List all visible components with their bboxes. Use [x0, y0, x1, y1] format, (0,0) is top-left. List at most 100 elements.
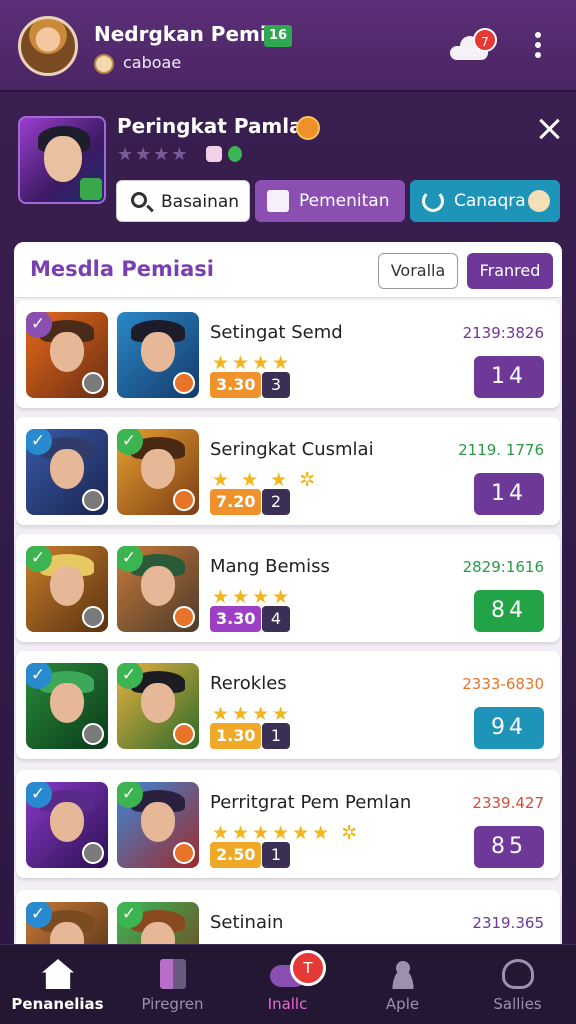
badge-icon	[82, 606, 104, 628]
table-row[interactable]: ✓ Setingat Semd ★★★★ 3.30 3 2139:3826 14	[16, 300, 560, 408]
search-icon	[131, 192, 147, 208]
row-timestamp: 2119. 1776	[458, 441, 544, 459]
rank-box[interactable]: 14	[474, 356, 544, 398]
count-badge: 3	[262, 372, 290, 398]
player-name: Perritgrat Pem Pemlan	[210, 792, 412, 813]
rating-stars: ★★★★★★ ✲	[212, 822, 361, 844]
medal-icon	[296, 116, 320, 140]
table-row[interactable]: ✓ ✓ Seringkat Cusmlai ★ ★ ★ ✲ 7.20 2 2119. 177…	[16, 417, 560, 525]
filter-button[interactable]: Pemenitan	[255, 180, 405, 222]
gift-icon	[206, 146, 222, 162]
nav-label: Sallies	[493, 995, 542, 1013]
username: Nedrgkan Pemiia	[94, 22, 288, 46]
hero-rating-stars: ★★★★	[117, 144, 190, 165]
badge-icon	[173, 489, 195, 511]
table-row[interactable]: ✓✓Setinain★★★2319.365	[16, 890, 560, 988]
hero-thumbnail[interactable]: ✓	[26, 312, 108, 398]
row-timestamp: 2829:1616	[462, 558, 544, 576]
badge-icon	[173, 842, 195, 864]
home-icon	[42, 959, 74, 989]
score-badge: 3.30	[210, 372, 262, 398]
badge-icon	[173, 606, 195, 628]
score-badge: 1.30	[210, 723, 262, 749]
table-row[interactable]: ✓ ✓ Mang Bemiss ★★★★ 3.30 4 2829:1616 84	[16, 534, 560, 642]
table-row[interactable]: ✓ ✓ Perritgrat Pem Pemlan ★★★★★★ ✲ 2.50 1 2339…	[16, 770, 560, 878]
hero-thumbnail[interactable]: ✓	[117, 782, 199, 868]
row-timestamp: 2333-6830	[462, 675, 544, 693]
bottom-nav: Penanelias Piregren Inallc Aple Sallies	[0, 944, 576, 1024]
hero-thumbnail[interactable]: ✓	[26, 546, 108, 632]
hero-thumbnail[interactable]	[117, 312, 199, 398]
share-button[interactable]: Canaqra	[410, 180, 560, 222]
avatar[interactable]	[18, 16, 78, 76]
nav-label: Aple	[385, 995, 420, 1013]
nav-item-home[interactable]: Penanelias	[0, 945, 115, 1024]
top-bar: Nedrgkan Pemiia 16 caboae 7	[0, 0, 576, 92]
player-name: Setingat Semd	[210, 322, 343, 343]
rating-stars: ★★★★	[212, 586, 293, 608]
user-icon	[502, 959, 534, 989]
level-badge: 16	[264, 25, 293, 47]
tab-franred[interactable]: Franred	[467, 253, 553, 289]
badge-icon	[82, 842, 104, 864]
badge-icon	[173, 372, 195, 394]
count-badge: 1	[262, 842, 290, 868]
search-button-label: Basainan	[161, 192, 240, 212]
close-icon[interactable]	[536, 116, 562, 142]
progress-icon	[160, 959, 186, 989]
more-menu-icon[interactable]	[528, 32, 548, 62]
count-badge: 1	[262, 723, 290, 749]
nav-item-person[interactable]: Aple	[345, 945, 460, 1024]
document-icon	[267, 190, 289, 212]
tab-voralla[interactable]: Voralla	[378, 253, 458, 289]
nav-label: Piregren	[141, 995, 204, 1013]
hero-thumbnail[interactable]: ✓	[117, 663, 199, 749]
share-button-label: Canaqra	[454, 191, 526, 211]
count-badge: 4	[262, 606, 290, 632]
hero-thumbnail[interactable]: ✓	[26, 429, 108, 515]
table-row[interactable]: ✓ ✓ Rerokles ★★★★ 1.30 1 2333-6830 94	[16, 651, 560, 759]
player-name: Mang Bemiss	[210, 556, 330, 577]
player-name: Setinain	[210, 912, 284, 933]
badge-icon	[173, 723, 195, 745]
badge-icon	[82, 489, 104, 511]
game-badge[interactable]: T	[290, 950, 326, 986]
hero-portrait[interactable]	[18, 116, 106, 204]
nav-item-progress[interactable]: Piregren	[115, 945, 230, 1024]
notification-badge[interactable]: 7	[473, 28, 497, 52]
score-badge: 3.30	[210, 606, 262, 632]
badge-icon	[82, 723, 104, 745]
badge-icon	[82, 372, 104, 394]
gem-icon	[228, 146, 242, 162]
coin-icon	[94, 54, 114, 74]
row-timestamp: 2319.365	[472, 914, 544, 932]
list-title: Mesdla Pemiasi	[30, 257, 214, 281]
nav-label: Penanelias	[11, 995, 104, 1013]
rank-box[interactable]: 84	[474, 590, 544, 632]
person-icon	[387, 959, 419, 989]
currency-text: caboae	[123, 53, 182, 72]
rating-stars: ★ ★ ★ ✲	[212, 469, 319, 491]
filter-button-label: Pemenitan	[299, 191, 390, 211]
hero-thumbnail[interactable]: ✓	[26, 663, 108, 749]
player-name: Rerokles	[210, 673, 287, 694]
rank-box[interactable]: 85	[474, 826, 544, 868]
count-badge: 2	[262, 489, 290, 515]
nav-item-user[interactable]: Sallies	[460, 945, 575, 1024]
refresh-icon	[422, 190, 444, 212]
rank-box[interactable]: 14	[474, 473, 544, 515]
row-timestamp: 2339.427	[472, 794, 544, 812]
hero-thumbnail[interactable]: ✓	[117, 429, 199, 515]
hero-thumbnail[interactable]: ✓	[26, 782, 108, 868]
player-name: Seringkat Cusmlai	[210, 439, 374, 460]
row-timestamp: 2139:3826	[462, 324, 544, 342]
search-button[interactable]: Basainan	[116, 180, 250, 222]
rating-stars: ★★★★	[212, 352, 293, 374]
page-title: Peringkat Pamlar	[117, 114, 313, 138]
coin-icon	[528, 190, 550, 212]
rank-box[interactable]: 94	[474, 707, 544, 749]
score-badge: 7.20	[210, 489, 262, 515]
hero-thumbnail[interactable]: ✓	[117, 546, 199, 632]
nav-label: Inallc	[267, 995, 308, 1013]
nav-item-game[interactable]: Inallc	[230, 945, 345, 1024]
